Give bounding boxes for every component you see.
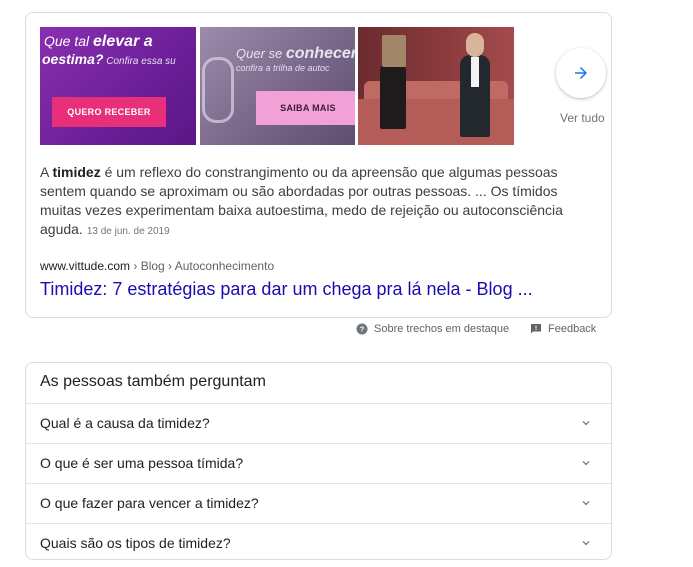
paa-question-row[interactable]: Quais são os tipos de timidez? bbox=[26, 523, 611, 563]
chevron-down-icon bbox=[582, 541, 590, 546]
people-also-ask-title: As pessoas também perguntam bbox=[40, 373, 266, 390]
chevron-down-icon bbox=[582, 461, 590, 466]
snippet-date: 13 de jun. de 2019 bbox=[86, 226, 170, 237]
see-all-link[interactable]: Ver tudo bbox=[560, 111, 605, 125]
featured-snippet-card: Que tal elevar a oestima? Confira essa s… bbox=[25, 12, 612, 318]
paa-question-row[interactable]: O que fazer para vencer a timidez? bbox=[26, 483, 611, 523]
promo-1-button: QUERO RECEBER bbox=[52, 97, 166, 127]
chevron-down-icon bbox=[582, 421, 590, 426]
promo-2-line1: Quer se bbox=[236, 46, 286, 61]
paa-question-text: O que fazer para vencer a timidez? bbox=[40, 495, 259, 511]
photo-shirt bbox=[471, 57, 479, 87]
people-also-ask-list: Qual é a causa da timidez? O que é ser u… bbox=[26, 403, 611, 563]
help-icon: ? bbox=[356, 323, 368, 335]
snippet-text-prefix: A bbox=[40, 164, 53, 180]
snippet-image-strip: Que tal elevar a oestima? Confira essa s… bbox=[40, 27, 514, 145]
snippet-text: A timidez é um reflexo do constrangiment… bbox=[40, 163, 588, 241]
snippet-image-photo[interactable] bbox=[358, 27, 514, 145]
result-title-link[interactable]: Timidez: 7 estratégias para dar um chega… bbox=[40, 279, 533, 300]
feedback-icon bbox=[531, 324, 541, 334]
promo-1-line1-emphasis: elevar a bbox=[93, 33, 153, 50]
paa-question-text: Qual é a causa da timidez? bbox=[40, 415, 210, 431]
snippet-image-promo-2[interactable]: Quer se conhecer confira a trilha de aut… bbox=[200, 27, 355, 145]
photo-person-with-bag bbox=[380, 63, 406, 129]
paa-question-row[interactable]: Qual é a causa da timidez? bbox=[26, 403, 611, 443]
snippet-text-bold: timidez bbox=[52, 164, 101, 180]
chevron-down-icon bbox=[582, 501, 590, 506]
feedback-link[interactable]: Feedback bbox=[530, 323, 596, 335]
people-also-ask-card: As pessoas também perguntam Qual é a cau… bbox=[25, 362, 612, 560]
photo-person-head bbox=[466, 33, 484, 57]
promo-2-line2: confira a trilha de autoc bbox=[236, 63, 330, 73]
about-featured-snippets-link[interactable]: ? Sobre trechos em destaque bbox=[356, 323, 509, 335]
result-site: www.vittude.com bbox=[40, 259, 131, 273]
feedback-label: Feedback bbox=[548, 323, 597, 335]
promo-1-line1: Que tal bbox=[44, 33, 94, 49]
promo-2-line1-emphasis: conhecer bbox=[285, 45, 355, 62]
paa-question-text: O que é ser uma pessoa tímida? bbox=[40, 455, 244, 471]
about-label: Sobre trechos em destaque bbox=[374, 323, 510, 335]
snippet-image-promo-1[interactable]: Que tal elevar a oestima? Confira essa s… bbox=[40, 27, 196, 145]
paa-question-row[interactable]: O que é ser uma pessoa tímida? bbox=[26, 443, 611, 483]
see-all-arrow-button[interactable] bbox=[556, 48, 606, 98]
promo-1-line2: oestima? bbox=[42, 51, 104, 67]
result-breadcrumb: www.vittude.com › Blog › Autoconheciment… bbox=[40, 259, 274, 273]
arrow-right-icon bbox=[575, 67, 587, 79]
promo-2-button: SAIBA MAIS bbox=[256, 91, 355, 125]
svg-text:?: ? bbox=[360, 325, 365, 334]
promo-2-decoration bbox=[202, 57, 234, 123]
promo-1-line2-small: Confira essa su bbox=[103, 56, 176, 67]
paa-question-text: Quais são os tipos de timidez? bbox=[40, 535, 231, 551]
result-path: › Blog › Autoconhecimento bbox=[130, 259, 275, 273]
photo-paper-bag bbox=[382, 35, 406, 67]
snippet-footer: ? Sobre trechos em destaque Feedback bbox=[356, 322, 612, 338]
